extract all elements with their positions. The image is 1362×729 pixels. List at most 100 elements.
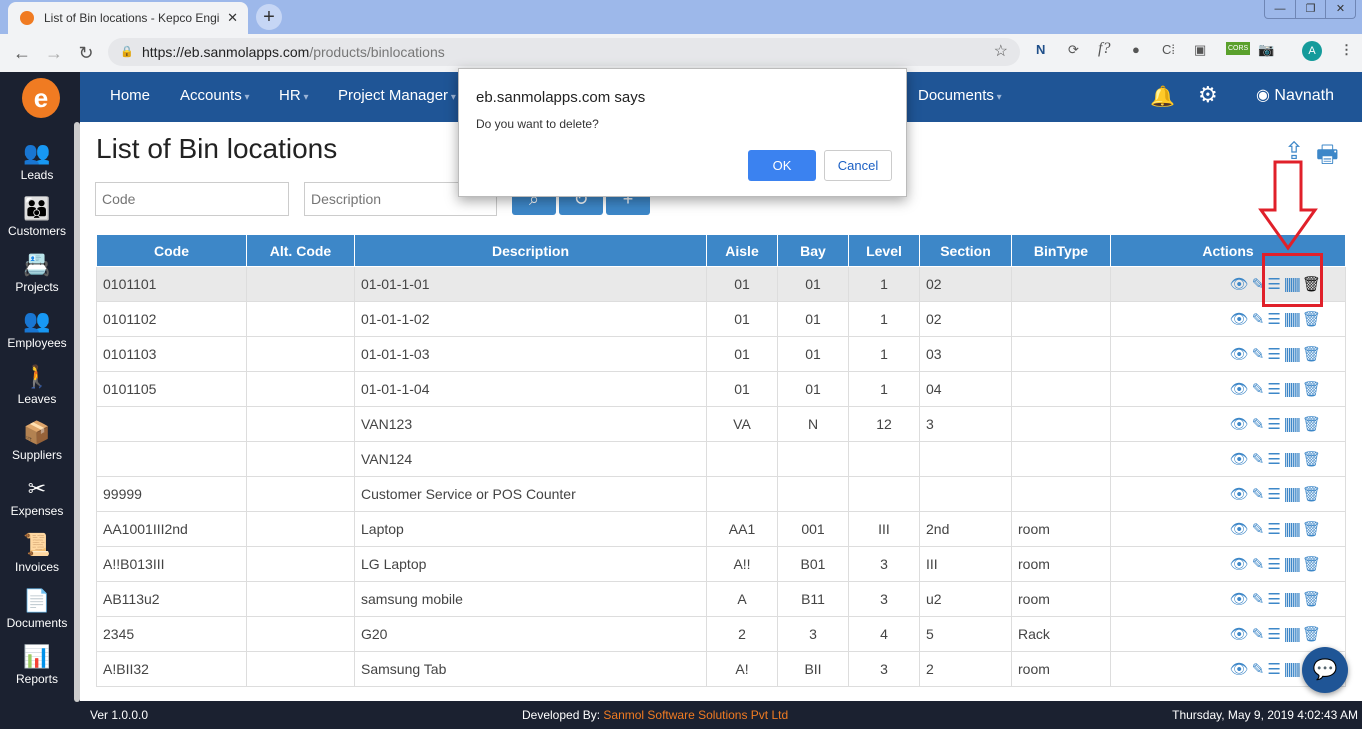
company-link[interactable]: Sanmol Software Solutions Pvt Ltd bbox=[603, 708, 788, 722]
sidebar-item-expenses[interactable]: ✂ Expenses bbox=[0, 476, 74, 518]
delete-icon[interactable]: 🗑 bbox=[1302, 381, 1321, 398]
barcode-icon[interactable]: |||||||| bbox=[1284, 661, 1301, 678]
view-icon[interactable]: 👁 bbox=[1230, 556, 1249, 573]
details-list-icon[interactable]: ☰ bbox=[1267, 521, 1280, 538]
extension-icon[interactable]: ● bbox=[1132, 42, 1140, 57]
restore-button[interactable]: ❐ bbox=[1295, 0, 1325, 18]
edit-icon[interactable]: ✎ bbox=[1252, 346, 1265, 363]
menu-icon[interactable]: ⋮ bbox=[1340, 42, 1353, 58]
close-tab-icon[interactable]: ✕ bbox=[227, 10, 238, 26]
edit-icon[interactable]: ✎ bbox=[1252, 451, 1265, 468]
code-filter-input[interactable] bbox=[95, 182, 289, 216]
sidebar-item-suppliers[interactable]: 📦 Suppliers bbox=[0, 420, 74, 462]
app-logo[interactable]: e bbox=[22, 78, 60, 118]
barcode-icon[interactable]: |||||||| bbox=[1284, 381, 1301, 398]
delete-icon[interactable]: 🗑 bbox=[1302, 626, 1321, 643]
cors-extension-icon[interactable]: CORS bbox=[1226, 42, 1251, 55]
details-list-icon[interactable]: ☰ bbox=[1267, 486, 1280, 503]
details-list-icon[interactable]: ☰ bbox=[1267, 311, 1280, 328]
minimize-button[interactable]: — bbox=[1265, 0, 1295, 18]
view-icon[interactable]: 👁 bbox=[1230, 381, 1249, 398]
barcode-icon[interactable]: |||||||| bbox=[1284, 521, 1301, 538]
cancel-button[interactable]: Cancel bbox=[824, 150, 892, 181]
edit-icon[interactable]: ✎ bbox=[1252, 311, 1265, 328]
print-icon[interactable]: 🖶 bbox=[1316, 137, 1339, 178]
details-list-icon[interactable]: ☰ bbox=[1267, 661, 1280, 678]
extension-icon[interactable]: f? bbox=[1098, 40, 1110, 58]
barcode-icon[interactable]: |||||||| bbox=[1284, 311, 1301, 328]
ok-button[interactable]: OK bbox=[748, 150, 816, 181]
extension-icon[interactable]: N bbox=[1036, 42, 1045, 57]
details-list-icon[interactable]: ☰ bbox=[1267, 626, 1280, 643]
chat-button[interactable]: 💬 bbox=[1302, 647, 1348, 693]
edit-icon[interactable]: ✎ bbox=[1252, 381, 1265, 398]
edit-icon[interactable]: ✎ bbox=[1252, 416, 1265, 433]
delete-icon[interactable]: 🗑 bbox=[1302, 451, 1321, 468]
sidebar-item-reports[interactable]: 📊 Reports bbox=[0, 644, 74, 686]
view-icon[interactable]: 👁 bbox=[1230, 416, 1249, 433]
extension-icon[interactable]: ▣ bbox=[1194, 42, 1206, 58]
extension-icon[interactable]: ⟳ bbox=[1068, 42, 1079, 58]
close-window-button[interactable]: ✕ bbox=[1325, 0, 1355, 18]
sidebar-item-customers[interactable]: 👪 Customers bbox=[0, 196, 74, 238]
edit-icon[interactable]: ✎ bbox=[1252, 626, 1265, 643]
view-icon[interactable]: 👁 bbox=[1230, 521, 1249, 538]
barcode-icon[interactable]: |||||||| bbox=[1284, 346, 1301, 363]
view-icon[interactable]: 👁 bbox=[1230, 311, 1249, 328]
barcode-icon[interactable]: |||||||| bbox=[1284, 416, 1301, 433]
nav-accounts[interactable]: Accounts ▾ bbox=[180, 87, 250, 104]
barcode-icon[interactable]: |||||||| bbox=[1284, 556, 1301, 573]
sidebar-item-projects[interactable]: 📇 Projects bbox=[0, 252, 74, 294]
sidebar-item-documents[interactable]: 📄 Documents bbox=[0, 588, 74, 630]
delete-icon[interactable]: 🗑 bbox=[1302, 521, 1321, 538]
delete-icon[interactable]: 🗑 bbox=[1302, 556, 1321, 573]
view-icon[interactable]: 👁 bbox=[1230, 346, 1249, 363]
details-list-icon[interactable]: ☰ bbox=[1267, 591, 1280, 608]
sidebar-item-employees[interactable]: 👥 Employees bbox=[0, 308, 74, 350]
details-list-icon[interactable]: ☰ bbox=[1267, 556, 1280, 573]
user-menu[interactable]: ◉ Navnath bbox=[1256, 85, 1334, 105]
extension-icon[interactable]: C⁞ bbox=[1162, 42, 1175, 57]
barcode-icon[interactable]: |||||||| bbox=[1284, 591, 1301, 608]
edit-icon[interactable]: ✎ bbox=[1252, 556, 1265, 573]
delete-icon[interactable]: 🗑 bbox=[1302, 591, 1321, 608]
edit-icon[interactable]: ✎ bbox=[1252, 521, 1265, 538]
url-bar[interactable]: 🔒 https://eb.sanmolapps.com/products/binl… bbox=[108, 38, 1020, 66]
view-icon[interactable]: 👁 bbox=[1230, 626, 1249, 643]
barcode-icon[interactable]: |||||||| bbox=[1284, 486, 1301, 503]
barcode-icon[interactable]: |||||||| bbox=[1284, 626, 1301, 643]
edit-icon[interactable]: ✎ bbox=[1252, 591, 1265, 608]
new-tab-button[interactable]: + bbox=[256, 4, 282, 30]
details-list-icon[interactable]: ☰ bbox=[1267, 416, 1280, 433]
nav-home[interactable]: Home bbox=[110, 87, 150, 104]
browser-tab[interactable]: List of Bin locations - Kepco Engi ✕ bbox=[8, 2, 248, 34]
reload-icon[interactable]: ↻ bbox=[70, 43, 102, 64]
edit-icon[interactable]: ✎ bbox=[1252, 486, 1265, 503]
edit-icon[interactable]: ✎ bbox=[1252, 661, 1265, 678]
view-icon[interactable]: 👁 bbox=[1230, 661, 1249, 678]
delete-icon[interactable]: 🗑 bbox=[1302, 311, 1321, 328]
view-icon[interactable]: 👁 bbox=[1230, 591, 1249, 608]
back-icon[interactable]: ← bbox=[6, 43, 38, 64]
delete-icon[interactable]: 🗑 bbox=[1302, 416, 1321, 433]
sidebar-item-leads[interactable]: 👥 Leads bbox=[0, 140, 74, 182]
gears-icon[interactable]: ⚙ bbox=[1198, 82, 1218, 108]
sidebar-scrollbar[interactable] bbox=[74, 122, 80, 702]
nav-hr[interactable]: HR ▾ bbox=[279, 87, 308, 104]
view-icon[interactable]: 👁 bbox=[1230, 276, 1249, 293]
details-list-icon[interactable]: ☰ bbox=[1267, 381, 1280, 398]
profile-avatar[interactable]: A bbox=[1302, 41, 1322, 61]
camera-extension-icon[interactable]: 📷 bbox=[1258, 42, 1274, 58]
nav-documents[interactable]: Documents ▾ bbox=[918, 87, 1002, 104]
view-icon[interactable]: 👁 bbox=[1230, 451, 1249, 468]
nav-project-manager[interactable]: Project Manager ▾ bbox=[338, 87, 456, 104]
bookmark-star-icon[interactable]: ☆ bbox=[994, 38, 1008, 66]
sidebar-item-leaves[interactable]: 🚶 Leaves bbox=[0, 364, 74, 406]
details-list-icon[interactable]: ☰ bbox=[1267, 451, 1280, 468]
delete-icon[interactable]: 🗑 bbox=[1302, 346, 1321, 363]
bell-icon[interactable]: 🔔 bbox=[1150, 84, 1175, 109]
forward-icon[interactable]: → bbox=[38, 43, 70, 64]
view-icon[interactable]: 👁 bbox=[1230, 486, 1249, 503]
barcode-icon[interactable]: |||||||| bbox=[1284, 451, 1301, 468]
details-list-icon[interactable]: ☰ bbox=[1267, 346, 1280, 363]
